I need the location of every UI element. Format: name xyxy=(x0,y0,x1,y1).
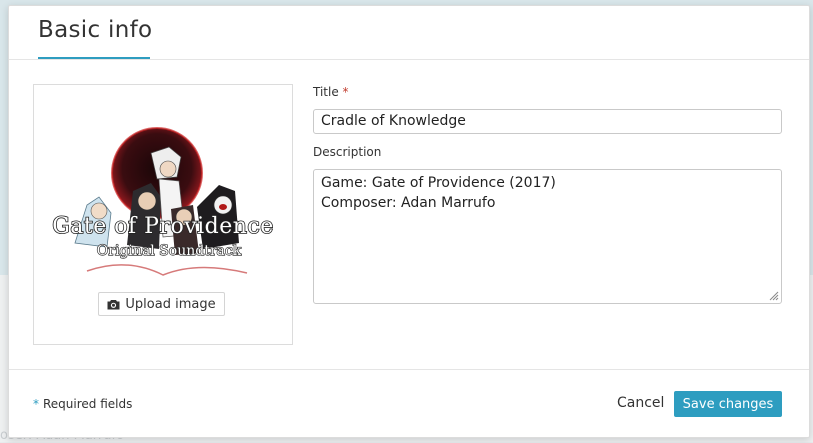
required-fields-note: * Required fields xyxy=(33,397,132,411)
required-note-marker: * xyxy=(33,397,39,411)
description-field-label: Description xyxy=(313,145,382,159)
title-label-text: Title xyxy=(313,85,339,99)
upload-image-button[interactable]: Upload image xyxy=(98,292,225,316)
resize-handle-icon[interactable] xyxy=(768,290,779,301)
cover-title-text: Gate of Providence xyxy=(52,214,274,239)
save-changes-button[interactable]: Save changes xyxy=(674,391,782,417)
basic-info-dialog: Basic info Gate of Providence Original S… xyxy=(8,5,810,438)
description-textarea[interactable]: Game: Gate of Providence (2017) Composer… xyxy=(313,169,782,304)
cover-image-panel: Gate of Providence Original Soundtrack U… xyxy=(33,84,293,345)
description-text: Game: Gate of Providence (2017) Composer… xyxy=(321,175,556,211)
title-underline xyxy=(38,57,150,59)
dialog-title: Basic info xyxy=(38,17,153,43)
cover-subtitle-text: Original Soundtrack xyxy=(97,243,242,259)
dialog-footer: * Required fields Cancel Save changes xyxy=(9,369,809,438)
required-note-text: Required fields xyxy=(43,397,133,411)
title-required-marker: * xyxy=(342,85,349,99)
album-cover-image: Gate of Providence Original Soundtrack xyxy=(51,127,274,276)
cancel-button[interactable]: Cancel xyxy=(617,395,664,411)
title-field-label: Title * xyxy=(313,85,349,99)
dialog-header: Basic info xyxy=(9,6,809,60)
upload-image-label: Upload image xyxy=(125,296,216,312)
camera-icon xyxy=(107,299,120,309)
title-input[interactable]: Cradle of Knowledge xyxy=(313,109,782,134)
